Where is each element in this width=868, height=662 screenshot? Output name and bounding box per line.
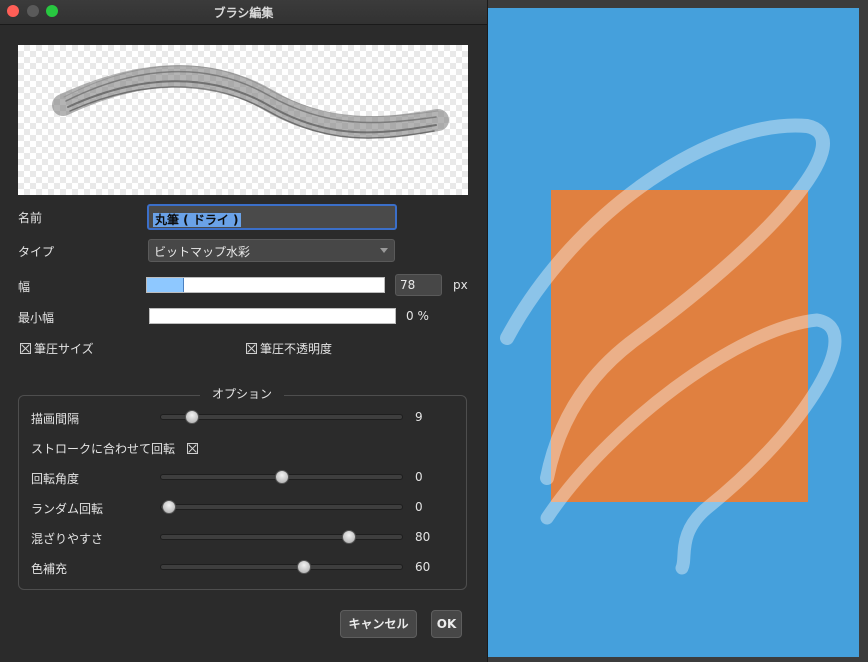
random-rotate-label: ランダム回転 (31, 502, 104, 516)
min-width-value: 0 % (406, 309, 429, 323)
rotate-stroke-label: ストロークに合わせて回転 (31, 442, 176, 456)
brush-name-value: 丸筆 ( ドライ ) (153, 213, 241, 227)
spacing-slider-handle[interactable] (184, 410, 199, 424)
brush-type-select[interactable]: ビットマップ水彩 (148, 239, 395, 262)
angle-value: 0 (415, 470, 423, 484)
mix-label: 混ざりやすさ (31, 532, 104, 546)
spacing-label: 描画間隔 (31, 412, 80, 426)
pressure-size-checkbox[interactable]: 筆圧サイズ (20, 340, 94, 357)
angle-slider[interactable] (160, 470, 403, 484)
checked-box-icon (186, 443, 198, 454)
options-group (18, 395, 467, 590)
rotate-stroke-checkbox[interactable]: ストロークに合わせて回転 (31, 440, 201, 457)
color-fill-slider[interactable] (160, 560, 403, 574)
brush-preview (18, 45, 468, 195)
spacing-value: 9 (415, 410, 423, 424)
min-width-bar[interactable] (149, 308, 396, 324)
width-bar[interactable] (146, 277, 385, 293)
chevron-down-icon (380, 248, 388, 253)
color-fill-label: 色補充 (31, 562, 68, 576)
brush-edit-dialog: ブラシ編集 名前 丸筆 ( ドライ ) タイプ ビットマップ水彩 幅 78 px… (0, 0, 488, 662)
width-unit: px (453, 278, 468, 292)
width-label: 幅 (18, 280, 31, 294)
random-rotate-value: 0 (415, 500, 423, 514)
pressure-size-label: 筆圧サイズ (34, 342, 94, 356)
drawing-canvas[interactable] (487, 8, 859, 657)
pressure-opacity-checkbox[interactable]: 筆圧不透明度 (246, 340, 332, 357)
brush-name-input[interactable]: 丸筆 ( ドライ ) (147, 204, 397, 230)
width-number-input[interactable]: 78 (395, 274, 442, 296)
random-rotate-slider[interactable] (160, 500, 403, 514)
cancel-button[interactable]: キャンセル (340, 610, 417, 638)
color-fill-slider-handle[interactable] (297, 560, 311, 574)
type-label: タイプ (18, 245, 55, 259)
mix-slider-handle[interactable] (342, 530, 356, 544)
checked-box-icon (246, 343, 257, 354)
name-label: 名前 (18, 211, 43, 225)
title-bar[interactable]: ブラシ編集 (0, 0, 487, 25)
ok-button[interactable]: OK (431, 610, 462, 638)
width-bar-fill (147, 278, 184, 292)
options-title: オプション (200, 385, 285, 402)
min-width-label: 最小幅 (18, 311, 55, 325)
angle-label: 回転角度 (31, 472, 80, 486)
window-title: ブラシ編集 (213, 6, 274, 20)
mix-value: 80 (415, 530, 431, 544)
checked-box-icon (20, 343, 31, 354)
mix-slider[interactable] (160, 530, 403, 544)
brush-type-value: ビットマップ水彩 (154, 245, 251, 259)
color-fill-value: 60 (415, 560, 431, 574)
pressure-opacity-label: 筆圧不透明度 (260, 342, 333, 356)
angle-slider-handle[interactable] (274, 470, 289, 484)
spacing-slider[interactable] (160, 410, 403, 424)
random-rotate-slider-handle[interactable] (162, 500, 176, 514)
